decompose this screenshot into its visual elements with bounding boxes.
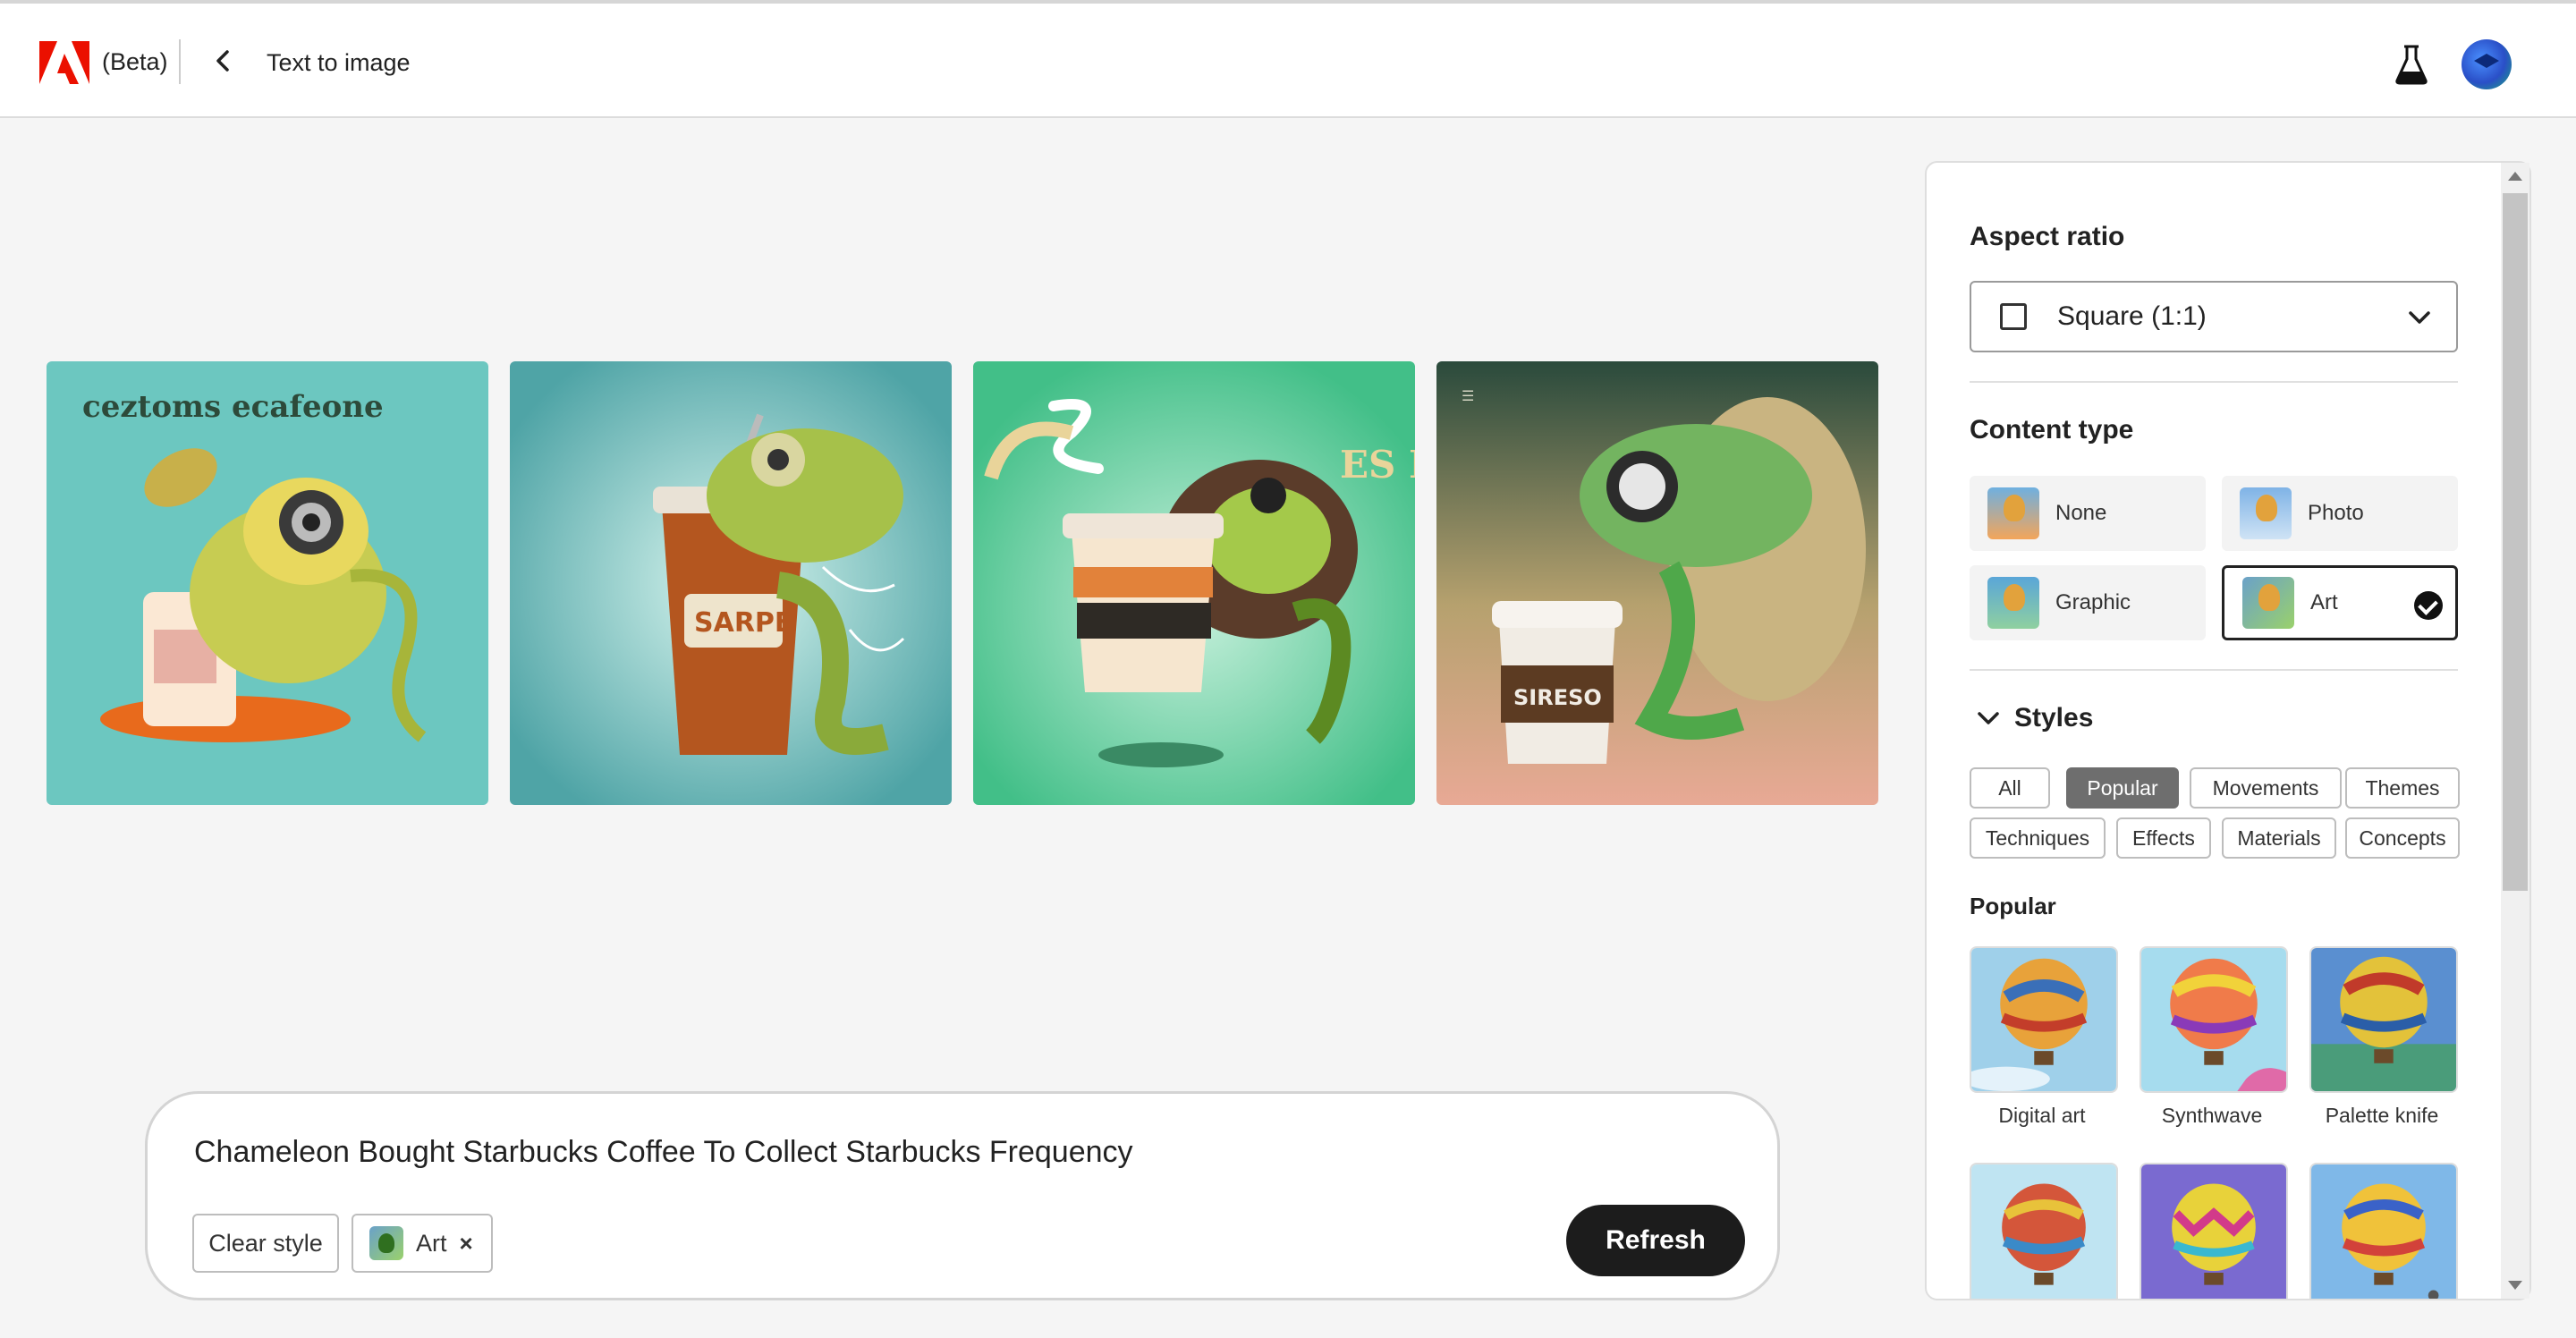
content-type-label: None: [2055, 501, 2107, 525]
chevron-down-icon: [1978, 712, 1999, 724]
style-tile[interactable]: [1970, 1163, 2118, 1299]
style-chip-label: Art: [416, 1229, 447, 1257]
content-type-none[interactable]: None: [1970, 476, 2206, 551]
content-type-label: Photo: [2308, 501, 2364, 525]
content-type-art[interactable]: Art: [2222, 565, 2458, 640]
header-divider: [179, 39, 181, 84]
content-type-label: Art: [2310, 590, 2338, 614]
prompt-input[interactable]: Chameleon Bought Starbucks Coffee To Col…: [194, 1135, 1625, 1170]
style-tile[interactable]: [2309, 1163, 2458, 1299]
balloon-icon: [1971, 948, 2116, 1091]
art-style-thumbnail-icon: [369, 1226, 403, 1260]
divider: [1970, 669, 2458, 671]
content-type-title: Content type: [1970, 415, 2134, 445]
balloon-icon: [2311, 1164, 2456, 1299]
app-header: (Beta) Text to image: [0, 0, 2576, 118]
content-type-graphic[interactable]: Graphic: [1970, 565, 2206, 640]
image-3-caption: ES PEE E: [1340, 443, 1415, 487]
art-thumbnail-icon: [2242, 577, 2294, 629]
filter-all[interactable]: All: [1970, 767, 2050, 809]
square-ratio-icon: [2000, 303, 2027, 330]
photo-thumbnail-icon: [2240, 487, 2292, 539]
back-chevron-icon[interactable]: [211, 47, 236, 75]
style-tile-synthwave[interactable]: [2140, 946, 2288, 1093]
generated-image-3[interactable]: ES PEE E: [973, 361, 1415, 805]
aspect-ratio-select[interactable]: Square (1:1): [1970, 281, 2458, 352]
image-2-caption: SARPE: [694, 607, 792, 639]
style-tile[interactable]: [2140, 1163, 2288, 1299]
panel-scrollbar-thumb[interactable]: [2503, 193, 2528, 891]
scroll-down-arrow-icon[interactable]: [2504, 1274, 2526, 1295]
filter-materials[interactable]: Materials: [2222, 817, 2336, 859]
style-tile-palette-knife[interactable]: [2309, 946, 2458, 1093]
user-avatar[interactable]: [2462, 39, 2512, 89]
styles-toggle[interactable]: Styles: [1977, 703, 2093, 733]
scroll-up-arrow-icon[interactable]: [2504, 166, 2526, 188]
balloon-icon: [2141, 948, 2286, 1091]
aspect-ratio-title: Aspect ratio: [1970, 222, 2125, 251]
svg-text:☰: ☰: [1462, 387, 1474, 404]
refresh-button[interactable]: Refresh: [1566, 1205, 1745, 1276]
image-4-caption: SIRESO: [1513, 685, 1602, 710]
settings-panel: Aspect ratio Square (1:1) Content type N…: [1925, 161, 2531, 1300]
graphic-thumbnail-icon: [1987, 577, 2039, 629]
filter-effects[interactable]: Effects: [2116, 817, 2211, 859]
adobe-logo-icon[interactable]: [39, 41, 89, 84]
style-label-palette-knife: Palette knife: [2325, 1104, 2439, 1127]
style-label-digital-art: Digital art: [1998, 1104, 2086, 1127]
divider: [1970, 381, 2458, 383]
content-type-label: Graphic: [2055, 590, 2131, 614]
generated-image-2[interactable]: SARPE: [510, 361, 952, 805]
generated-image-1[interactable]: ceztoms ecafeone: [47, 361, 488, 805]
remove-chip-icon[interactable]: ×: [460, 1230, 473, 1258]
aspect-ratio-value: Square (1:1): [2057, 301, 2207, 331]
beta-label: (Beta): [102, 48, 168, 75]
balloon-icon: [1971, 1164, 2116, 1299]
balloon-icon: [2311, 948, 2456, 1091]
page-title: Text to image: [267, 49, 411, 76]
filter-themes[interactable]: Themes: [2345, 767, 2460, 809]
chevron-down-icon: [2409, 311, 2430, 324]
none-thumbnail-icon: [1987, 487, 2039, 539]
generated-image-4[interactable]: ☰ SIRESO: [1436, 361, 1878, 805]
style-tile-digital-art[interactable]: [1970, 946, 2118, 1093]
filter-popular[interactable]: Popular: [2066, 767, 2179, 809]
filter-movements[interactable]: Movements: [2190, 767, 2342, 809]
checkmark-icon: [2414, 591, 2443, 620]
filter-concepts[interactable]: Concepts: [2345, 817, 2460, 859]
filter-techniques[interactable]: Techniques: [1970, 817, 2106, 859]
image-1-caption: ceztoms ecafeone: [82, 389, 384, 425]
prompt-bar: Chameleon Bought Starbucks Coffee To Col…: [145, 1091, 1780, 1300]
labs-flask-icon[interactable]: [2394, 43, 2429, 86]
styles-title: Styles: [2014, 703, 2094, 733]
style-chip-art[interactable]: Art ×: [352, 1214, 493, 1273]
style-label-synthwave: Synthwave: [2161, 1104, 2263, 1127]
content-type-photo[interactable]: Photo: [2222, 476, 2458, 551]
balloon-icon: [2141, 1164, 2286, 1299]
clear-style-button[interactable]: Clear style: [192, 1214, 339, 1273]
popular-section-title: Popular: [1970, 893, 2056, 919]
